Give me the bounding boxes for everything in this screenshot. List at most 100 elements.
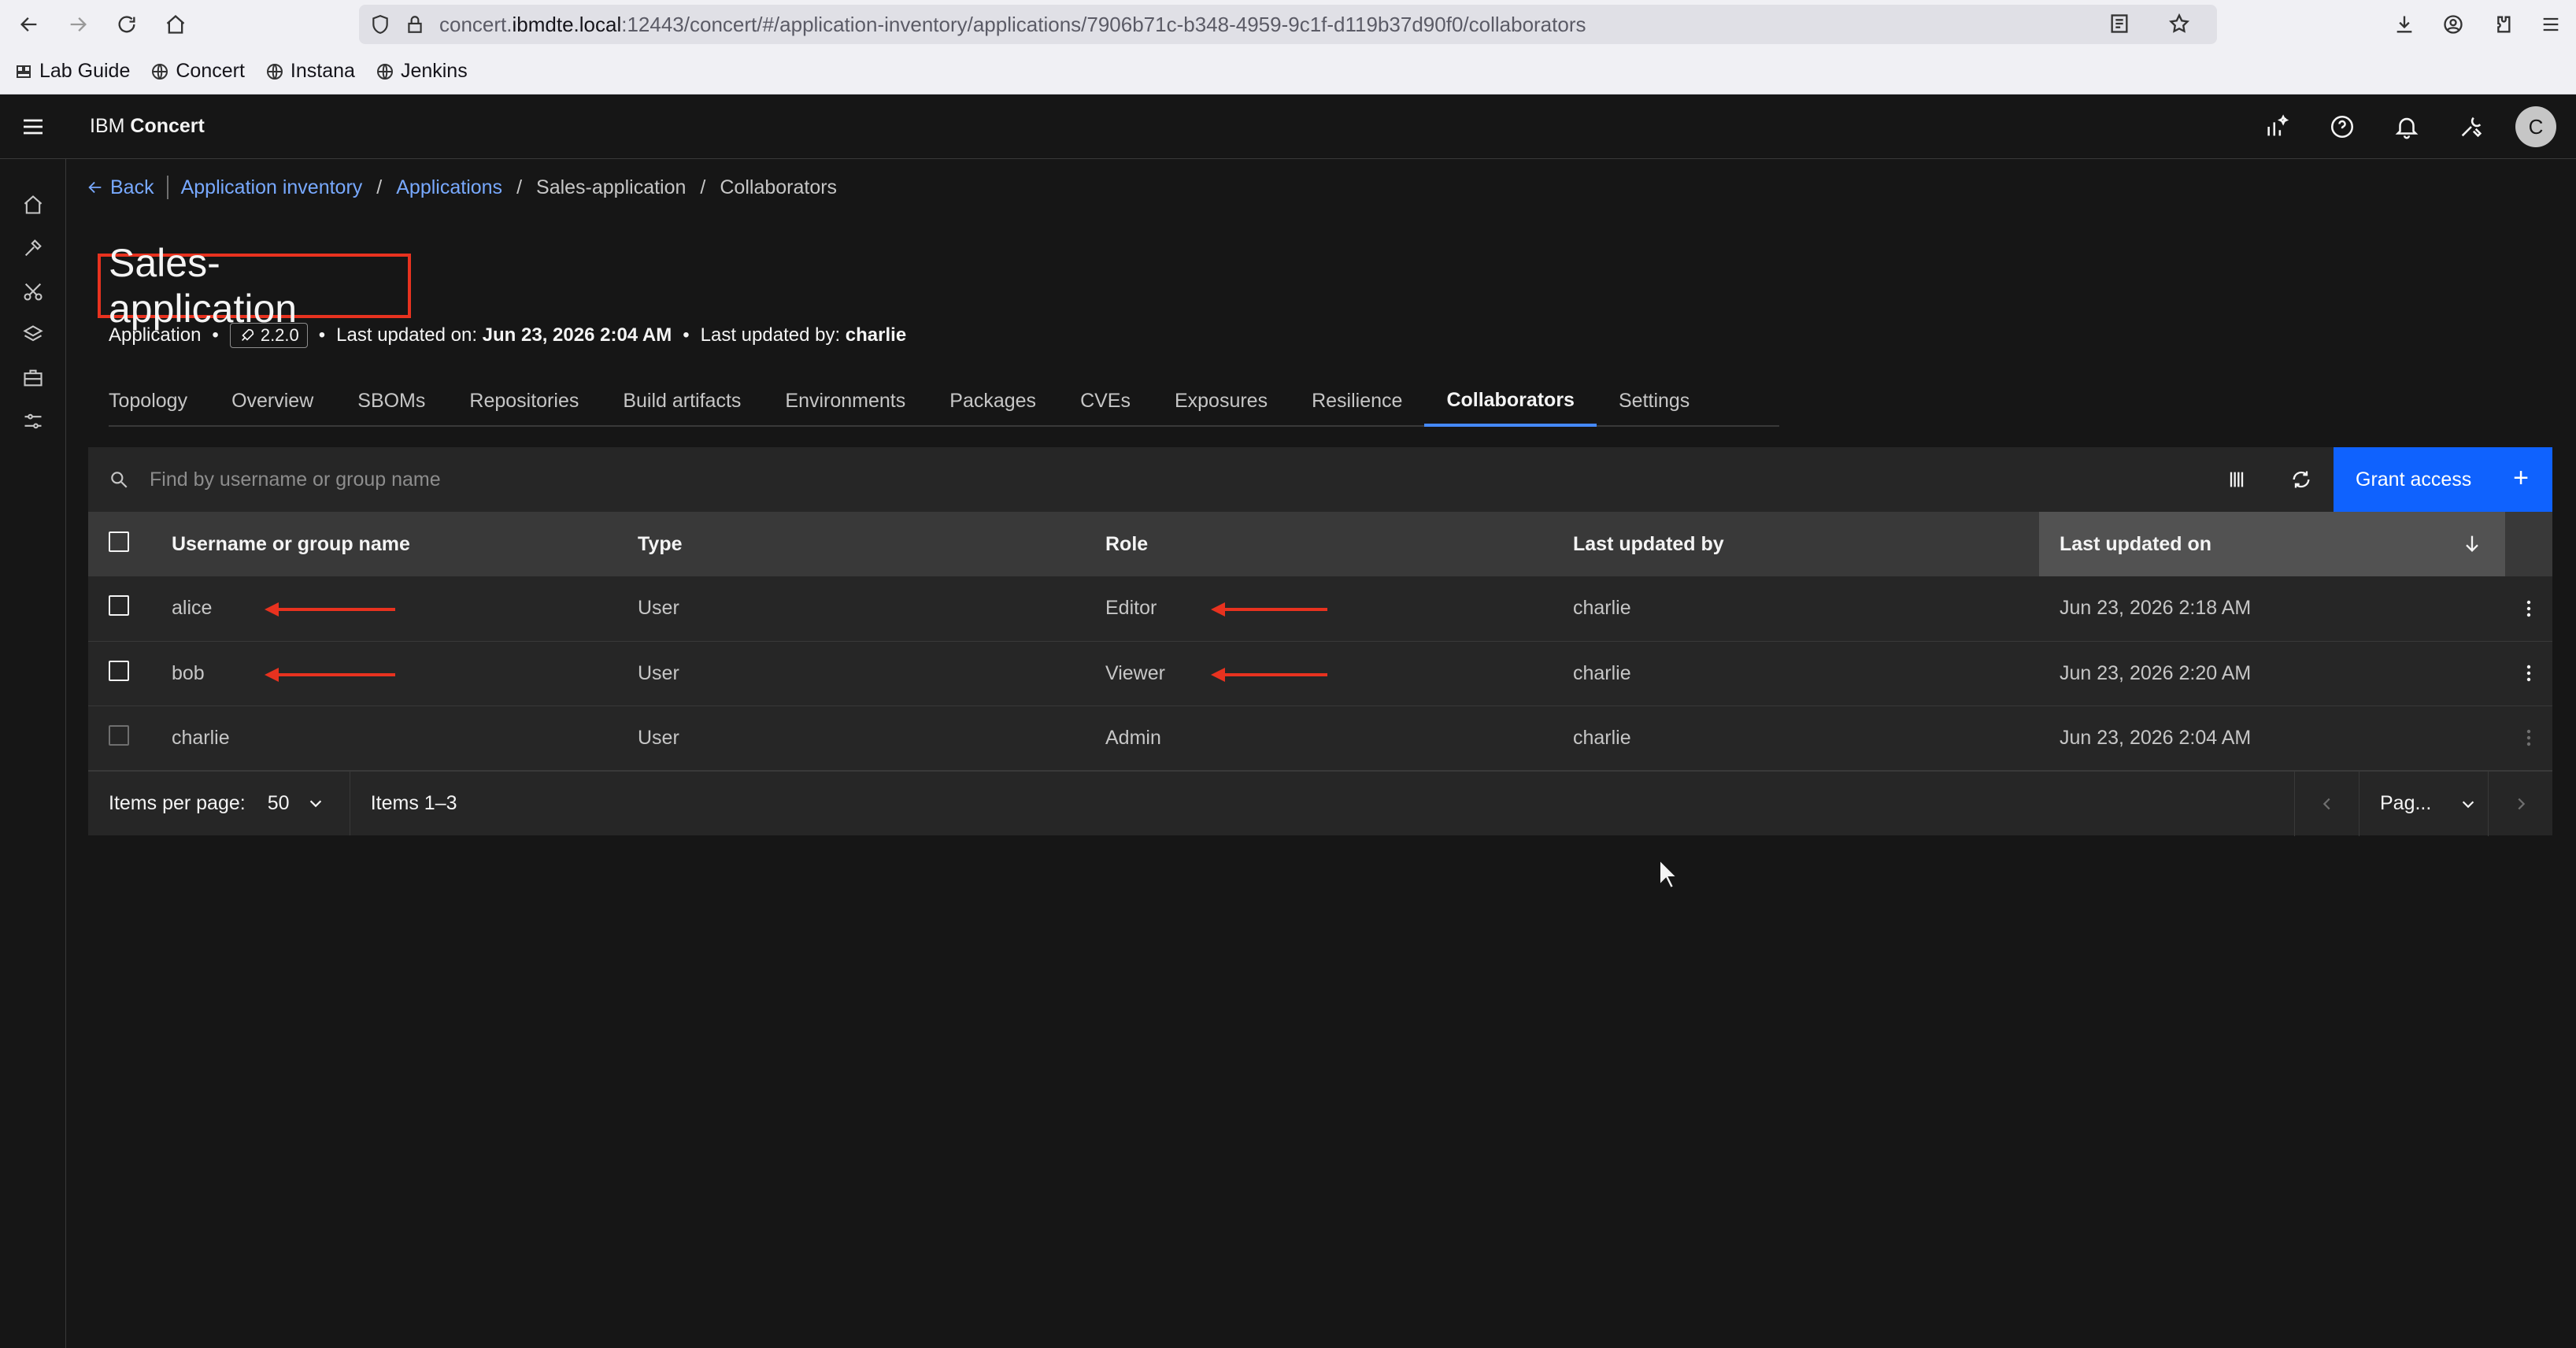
column-header-last-updated-on[interactable]: Last updated on <box>2039 512 2505 576</box>
tab-environments[interactable]: Environments <box>763 376 927 425</box>
account-icon[interactable] <box>2436 5 2471 44</box>
bookmark-jenkins[interactable]: Jenkins <box>376 60 468 83</box>
last-updated-on: Last updated on: Jun 23, 2026 2:04 AM <box>336 324 672 346</box>
breadcrumb-application-inventory[interactable]: Application inventory <box>181 176 363 199</box>
chevron-down-icon <box>309 800 321 808</box>
page-meta: Application • 2.2.0 • Last updated on: J… <box>109 323 906 348</box>
reader-view-icon[interactable] <box>2108 13 2130 35</box>
bookmark-label: Lab Guide <box>39 60 131 82</box>
bookmark-lab-guide[interactable]: Lab Guide <box>14 60 130 83</box>
items-per-page-select[interactable]: 50 <box>268 792 339 815</box>
row-checkbox[interactable] <box>109 660 129 681</box>
collaborators-table: Username or group name Type Role Last up… <box>88 512 2552 771</box>
url-bar[interactable]: concert. ibmdte.local:12443/concert/#/app… <box>359 5 2217 44</box>
back-link[interactable]: Back <box>87 176 154 199</box>
page-select[interactable]: Pag... <box>2359 771 2488 836</box>
back-arrow-icon[interactable] <box>9 5 49 44</box>
row-username: alice <box>172 597 213 620</box>
previous-page-button[interactable] <box>2294 771 2359 836</box>
settings-tools-icon[interactable] <box>2439 94 2504 159</box>
notification-bell-icon[interactable] <box>2374 94 2439 159</box>
mouse-cursor-icon <box>1659 858 1679 890</box>
tab-settings[interactable]: Settings <box>1597 376 1712 425</box>
items-range: Items 1–3 <box>370 791 457 814</box>
hamburger-menu-icon[interactable] <box>0 94 66 159</box>
bookmark-folder-icon <box>17 65 31 78</box>
globe-icon <box>376 63 393 80</box>
table-toolbar: Grant access + <box>88 447 2552 512</box>
help-icon[interactable] <box>2310 94 2374 159</box>
breadcrumb-divider <box>166 176 168 199</box>
app-header: IBM Concert C <box>0 94 2576 159</box>
page-title: Sales-application <box>109 241 298 331</box>
browser-menu-icon[interactable] <box>2533 5 2568 44</box>
tab-repositories[interactable]: Repositories <box>447 376 601 425</box>
row-checkbox[interactable] <box>109 595 129 617</box>
rail-sliders-icon[interactable] <box>0 399 66 443</box>
table-row: charlie User Admin charlie Jun 23, 2026 … <box>88 705 2552 771</box>
tab-overview[interactable]: Overview <box>209 376 335 425</box>
tab-cves[interactable]: CVEs <box>1058 376 1153 425</box>
bookmark-concert[interactable]: Concert <box>150 60 245 83</box>
rail-build-icon[interactable] <box>0 226 66 269</box>
column-header-last-updated-by[interactable]: Last updated by <box>1573 512 2039 576</box>
column-header-type[interactable]: Type <box>638 512 1105 576</box>
rail-home-icon[interactable] <box>0 183 66 226</box>
rail-scissors-icon[interactable] <box>0 269 66 313</box>
rail-briefcase-icon[interactable] <box>0 356 66 399</box>
grant-access-button[interactable]: Grant access + <box>2334 447 2552 512</box>
breadcrumb-collaborators: Collaborators <box>720 176 838 198</box>
refresh-icon[interactable] <box>2269 447 2334 512</box>
url-path: :12443/concert/#/application-inventory/a… <box>621 12 1586 36</box>
version-number: 2.2.0 <box>260 325 299 345</box>
row-role: Viewer <box>1105 661 1165 684</box>
last-updated-by: Last updated by: charlie <box>700 324 907 346</box>
home-icon[interactable] <box>156 5 195 44</box>
main-content: Back Application inventory / Application… <box>66 159 2576 1348</box>
download-icon[interactable] <box>2387 5 2422 44</box>
select-all-checkbox[interactable] <box>109 531 129 552</box>
column-settings-icon[interactable] <box>2204 447 2269 512</box>
arrow-left-icon <box>88 181 102 194</box>
table-row: alice User Editor charlie Jun 23, 2026 2… <box>88 576 2552 642</box>
bookmark-star-icon[interactable] <box>2168 13 2190 35</box>
tab-build-artifacts[interactable]: Build artifacts <box>601 376 763 425</box>
bookmarks-bar: Lab Guide Concert Instana Jenkins <box>0 49 2576 94</box>
annotation-arrow <box>1211 602 1327 617</box>
column-header-name[interactable]: Username or group name <box>172 512 638 576</box>
breadcrumb-applications[interactable]: Applications <box>396 176 502 199</box>
rail-layers-icon[interactable] <box>0 313 66 356</box>
overflow-menu-icon[interactable] <box>2505 663 2552 683</box>
chevron-down-icon <box>2463 800 2474 808</box>
user-avatar[interactable]: C <box>2515 106 2556 147</box>
tab-resilience[interactable]: Resilience <box>1290 376 1424 425</box>
column-header-role[interactable]: Role <box>1105 512 1573 576</box>
search-input[interactable] <box>150 448 2197 511</box>
tab-exposures[interactable]: Exposures <box>1153 376 1290 425</box>
forward-arrow-icon[interactable] <box>58 5 98 44</box>
breadcrumb: Back Application inventory / Application… <box>87 175 837 200</box>
next-page-button[interactable] <box>2488 771 2552 836</box>
plus-icon: + <box>2513 463 2529 493</box>
tab-list: Topology Overview SBOMs Repositories Bui… <box>109 376 1779 427</box>
breadcrumb-sales-application: Sales-application <box>536 176 687 198</box>
grant-access-label: Grant access <box>2356 468 2472 491</box>
tab-topology[interactable]: Topology <box>109 376 209 425</box>
bookmark-label: Concert <box>176 60 245 82</box>
chevron-left-icon <box>2322 798 2330 809</box>
ai-assistant-icon[interactable] <box>2245 94 2310 159</box>
reload-icon[interactable] <box>107 5 146 44</box>
title-highlight-box: Sales-application <box>98 241 411 331</box>
app-title[interactable]: IBM Concert <box>90 115 205 138</box>
items-per-page-label: Items per page: <box>109 791 246 814</box>
overflow-menu-icon[interactable] <box>2505 598 2552 619</box>
extensions-icon[interactable] <box>2485 5 2519 44</box>
bookmark-instana[interactable]: Instana <box>265 60 355 83</box>
tab-packages[interactable]: Packages <box>927 376 1058 425</box>
tab-collaborators[interactable]: Collaborators <box>1424 376 1597 427</box>
globe-icon <box>152 63 168 80</box>
row-role: Admin <box>1105 705 1573 771</box>
row-checkbox <box>109 724 129 746</box>
tab-sboms[interactable]: SBOMs <box>335 376 447 425</box>
sort-descending-icon <box>2466 535 2478 552</box>
